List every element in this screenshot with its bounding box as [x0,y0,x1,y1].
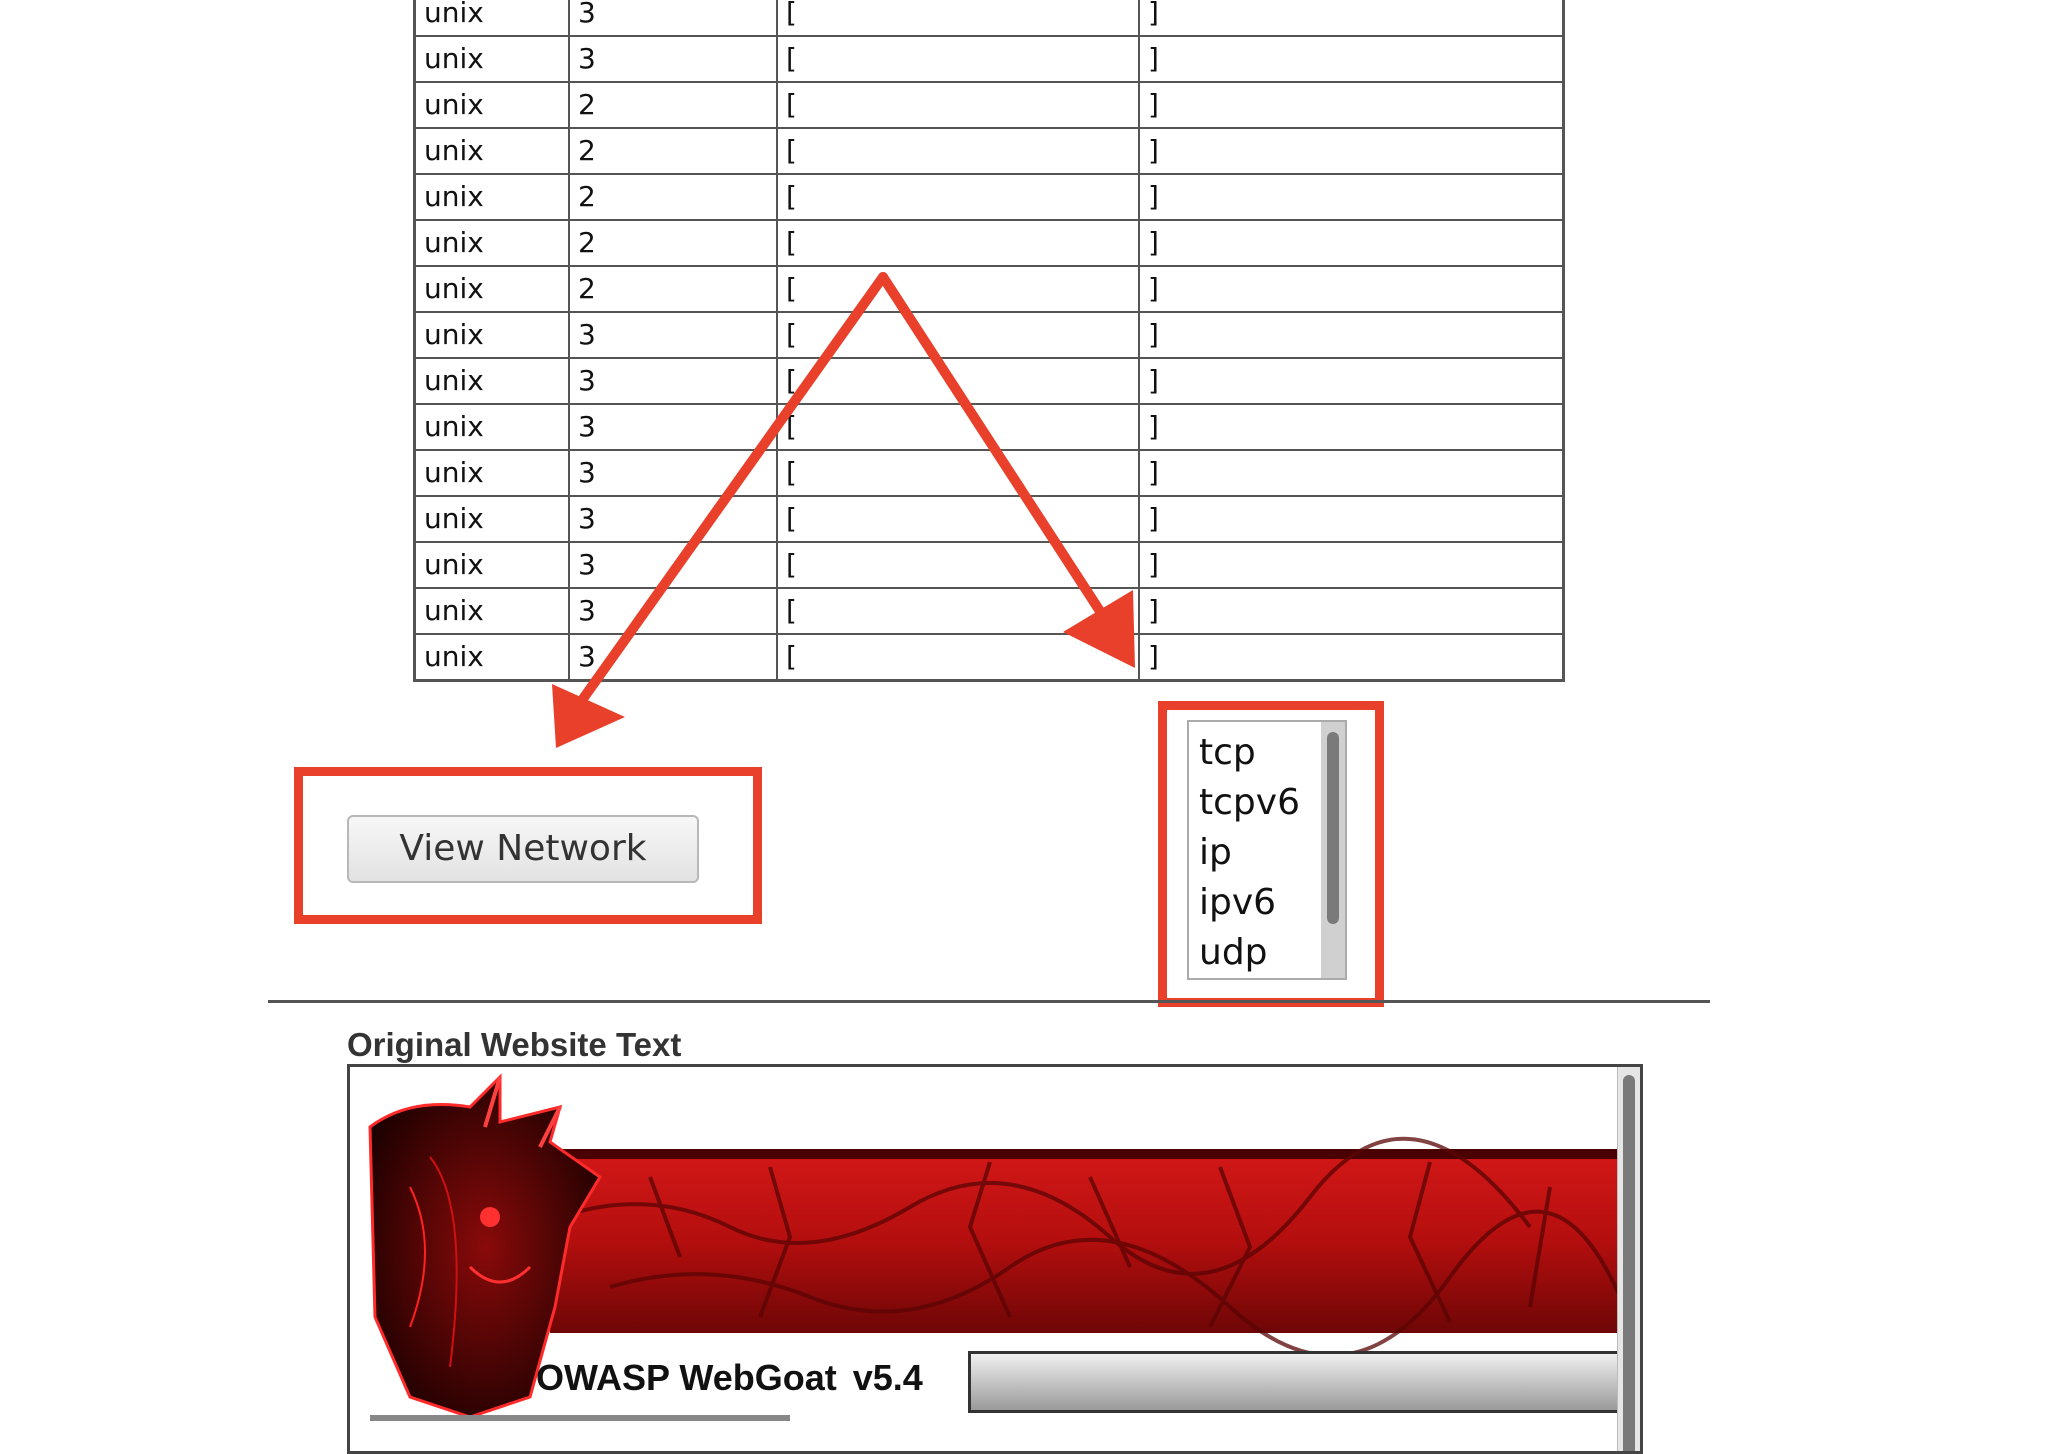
proto-cell: unix [413,587,570,635]
table-row: unix 3[] [413,311,1565,359]
flags-cell: [ [776,541,1140,589]
end-cell: ] [1138,265,1565,313]
proto-cell: unix [413,265,570,313]
flags-cell: [ [776,587,1140,635]
section-divider [268,1000,1710,1003]
end-cell: ] [1138,311,1565,359]
proto-cell: unix [413,357,570,405]
proto-cell: unix [413,219,570,267]
proto-cell: unix [413,0,570,37]
flags-cell: [ [776,219,1140,267]
flags-cell: [ [776,0,1140,37]
flags-cell: [ [776,265,1140,313]
end-cell: ] [1138,127,1565,175]
end-cell: ] [1138,219,1565,267]
refcnt-cell: 2 [568,219,778,267]
proto-cell: unix [413,495,570,543]
proto-cell: unix [413,311,570,359]
refcnt-cell: 3 [568,0,778,37]
end-cell: ] [1138,495,1565,543]
protocol-listbox-highlight-box [1158,701,1384,1007]
netstat-table: unix 3[] unix 3[] unix 2[] unix 2[] unix 2[] unix 2… [413,0,1565,682]
website-frame-scrollbar[interactable] [1617,1067,1640,1451]
banner-version: v5.4 [852,1357,923,1398]
table-row: unix 2[] [413,127,1565,175]
end-cell: ] [1138,173,1565,221]
flags-cell: [ [776,35,1140,83]
table-row: unix 2[] [413,81,1565,129]
refcnt-cell: 3 [568,449,778,497]
flags-cell: [ [776,311,1140,359]
end-cell: ] [1138,0,1565,37]
refcnt-cell: 2 [568,127,778,175]
table-row: unix 3[] [413,35,1565,83]
table-row: unix 3[] [413,403,1565,451]
proto-cell: unix [413,173,570,221]
flags-cell: [ [776,81,1140,129]
view-network-highlight-box [294,767,762,924]
banner-underline [370,1415,790,1421]
proto-cell: unix [413,35,570,83]
refcnt-cell: 3 [568,357,778,405]
table-row: unix 2[] [413,265,1565,313]
table-row: unix 2[] [413,219,1565,267]
refcnt-cell: 2 [568,265,778,313]
end-cell: ] [1138,587,1565,635]
end-cell: ] [1138,633,1565,682]
banner-grey-bar [968,1351,1628,1413]
flags-cell: [ [776,173,1140,221]
proto-cell: unix [413,127,570,175]
flags-cell: [ [776,403,1140,451]
table-row: unix 3[] [413,0,1565,37]
table-row: unix 3[] [413,633,1565,682]
proto-cell: unix [413,403,570,451]
flags-cell: [ [776,127,1140,175]
refcnt-cell: 3 [568,587,778,635]
table-row: unix 3[] [413,495,1565,543]
end-cell: ] [1138,81,1565,129]
table-row: unix 3[] [413,587,1565,635]
proto-cell: unix [413,449,570,497]
refcnt-cell: 3 [568,541,778,589]
refcnt-cell: 2 [568,173,778,221]
proto-cell: unix [413,541,570,589]
netstat-table-body: unix 3[] unix 3[] unix 2[] unix 2[] unix 2[] unix 2… [413,0,1565,682]
refcnt-cell: 3 [568,35,778,83]
refcnt-cell: 3 [568,311,778,359]
flags-cell: [ [776,633,1140,682]
original-website-heading: Original Website Text [347,1026,682,1063]
end-cell: ] [1138,357,1565,405]
refcnt-cell: 2 [568,81,778,129]
arrow-to-button-head [552,684,625,748]
table-row: unix 2[] [413,173,1565,221]
table-row: unix 3[] [413,357,1565,405]
end-cell: ] [1138,541,1565,589]
banner-product-name: OWASP WebGoat [536,1357,837,1398]
refcnt-cell: 3 [568,403,778,451]
refcnt-cell: 3 [568,633,778,682]
proto-cell: unix [413,633,570,682]
flags-cell: [ [776,495,1140,543]
end-cell: ] [1138,35,1565,83]
website-frame-scroll-thumb[interactable] [1623,1075,1635,1451]
original-website-frame: OWASP WebGoat v5.4 [347,1064,1643,1454]
flags-cell: [ [776,357,1140,405]
end-cell: ] [1138,403,1565,451]
refcnt-cell: 3 [568,495,778,543]
end-cell: ] [1138,449,1565,497]
table-row: unix 3[] [413,449,1565,497]
banner-caption: OWASP WebGoat v5.4 [536,1357,923,1399]
table-row: unix 3[] [413,541,1565,589]
flags-cell: [ [776,449,1140,497]
proto-cell: unix [413,81,570,129]
